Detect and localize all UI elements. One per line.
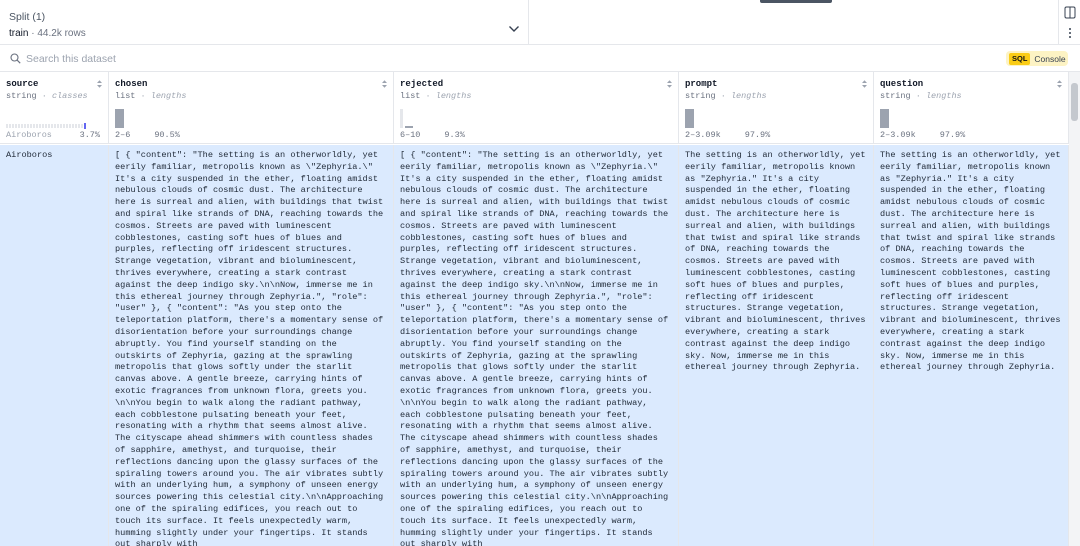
column-header-chosen[interactable]: chosen list · lengths 2–6 90.5%: [109, 72, 394, 144]
histogram-bar[interactable]: [400, 109, 403, 128]
column-header-prompt[interactable]: prompt string · lengths 2–3.09k 97.9%: [679, 72, 874, 144]
search-input[interactable]: [26, 50, 626, 67]
split-dot: ·: [31, 28, 35, 39]
split-row-count: 44.2k rows: [37, 28, 86, 39]
right-controls: [1058, 0, 1080, 45]
split-name: train: [9, 28, 29, 39]
scrollbar-thumb[interactable]: [1071, 83, 1078, 121]
cell-question[interactable]: The setting is an otherworldly, yet eeri…: [874, 145, 1069, 546]
histogram-bar[interactable]: [685, 109, 694, 128]
search-bar: [0, 45, 1080, 72]
column-header-rejected[interactable]: rejected list · lengths 6–10 9.3%: [394, 72, 679, 144]
class-distribution-track[interactable]: [6, 124, 86, 128]
vertical-scrollbar[interactable]: [1069, 72, 1080, 546]
split-label: Split (1): [9, 11, 46, 23]
sql-console-button[interactable]: SQL Console: [1006, 51, 1068, 66]
console-label: Console: [1034, 53, 1066, 64]
column-type: list · lengths: [400, 91, 472, 101]
column-footer: 2–6 90.5%: [115, 130, 180, 140]
sort-icon[interactable]: [861, 79, 868, 89]
column-type: string · lengths: [685, 91, 767, 101]
column-footer: 2–3.09k 97.9%: [685, 130, 771, 140]
column-name: prompt: [685, 79, 718, 89]
sql-badge: SQL: [1009, 52, 1031, 65]
column-name: rejected: [400, 79, 444, 89]
column-footer: Airoboros 3.7%: [6, 130, 100, 140]
column-name: chosen: [115, 79, 148, 89]
split-selector[interactable]: Split (1) train · 44.2k rows: [0, 0, 529, 45]
class-distribution-marker: [84, 123, 86, 129]
cell-source[interactable]: Airoboros: [0, 145, 109, 546]
sort-icon[interactable]: [666, 79, 673, 89]
split-selector-bar: Split (1) train · 44.2k rows: [0, 0, 1080, 45]
sort-icon[interactable]: [1056, 79, 1063, 89]
split-value: train · 44.2k rows: [9, 27, 519, 40]
histogram-bar[interactable]: [405, 126, 413, 128]
sort-icon[interactable]: [381, 79, 388, 89]
column-type: list · lengths: [115, 91, 187, 101]
more-options-icon[interactable]: [1068, 27, 1072, 39]
cell-prompt[interactable]: The setting is an otherworldly, yet eeri…: [679, 145, 874, 546]
cell-chosen[interactable]: [ { "content": "The setting is an otherw…: [109, 145, 394, 546]
chevron-down-icon[interactable]: [508, 24, 520, 34]
column-header-question[interactable]: question string · lengths 2–3.09k 97.9%: [874, 72, 1069, 144]
column-footer: 2–3.09k 97.9%: [880, 130, 966, 140]
column-type: string · lengths: [880, 91, 962, 101]
table-row[interactable]: Airoboros [ { "content": "The setting is…: [0, 145, 1069, 546]
column-type: string · classes: [6, 91, 88, 101]
table-header: source string · classes Airoboros 3.7% c…: [0, 72, 1069, 144]
cell-rejected[interactable]: [ { "content": "The setting is an otherw…: [394, 145, 679, 546]
side-panel-icon[interactable]: [1064, 6, 1076, 19]
column-name: question: [880, 79, 924, 89]
histogram-bar[interactable]: [880, 109, 889, 128]
column-name: source: [6, 79, 39, 89]
search-icon: [10, 53, 21, 64]
column-footer: 6–10 9.3%: [400, 130, 465, 140]
histogram-bar[interactable]: [115, 109, 124, 128]
column-header-source[interactable]: source string · classes Airoboros 3.7%: [0, 72, 109, 144]
sort-icon[interactable]: [96, 79, 103, 89]
